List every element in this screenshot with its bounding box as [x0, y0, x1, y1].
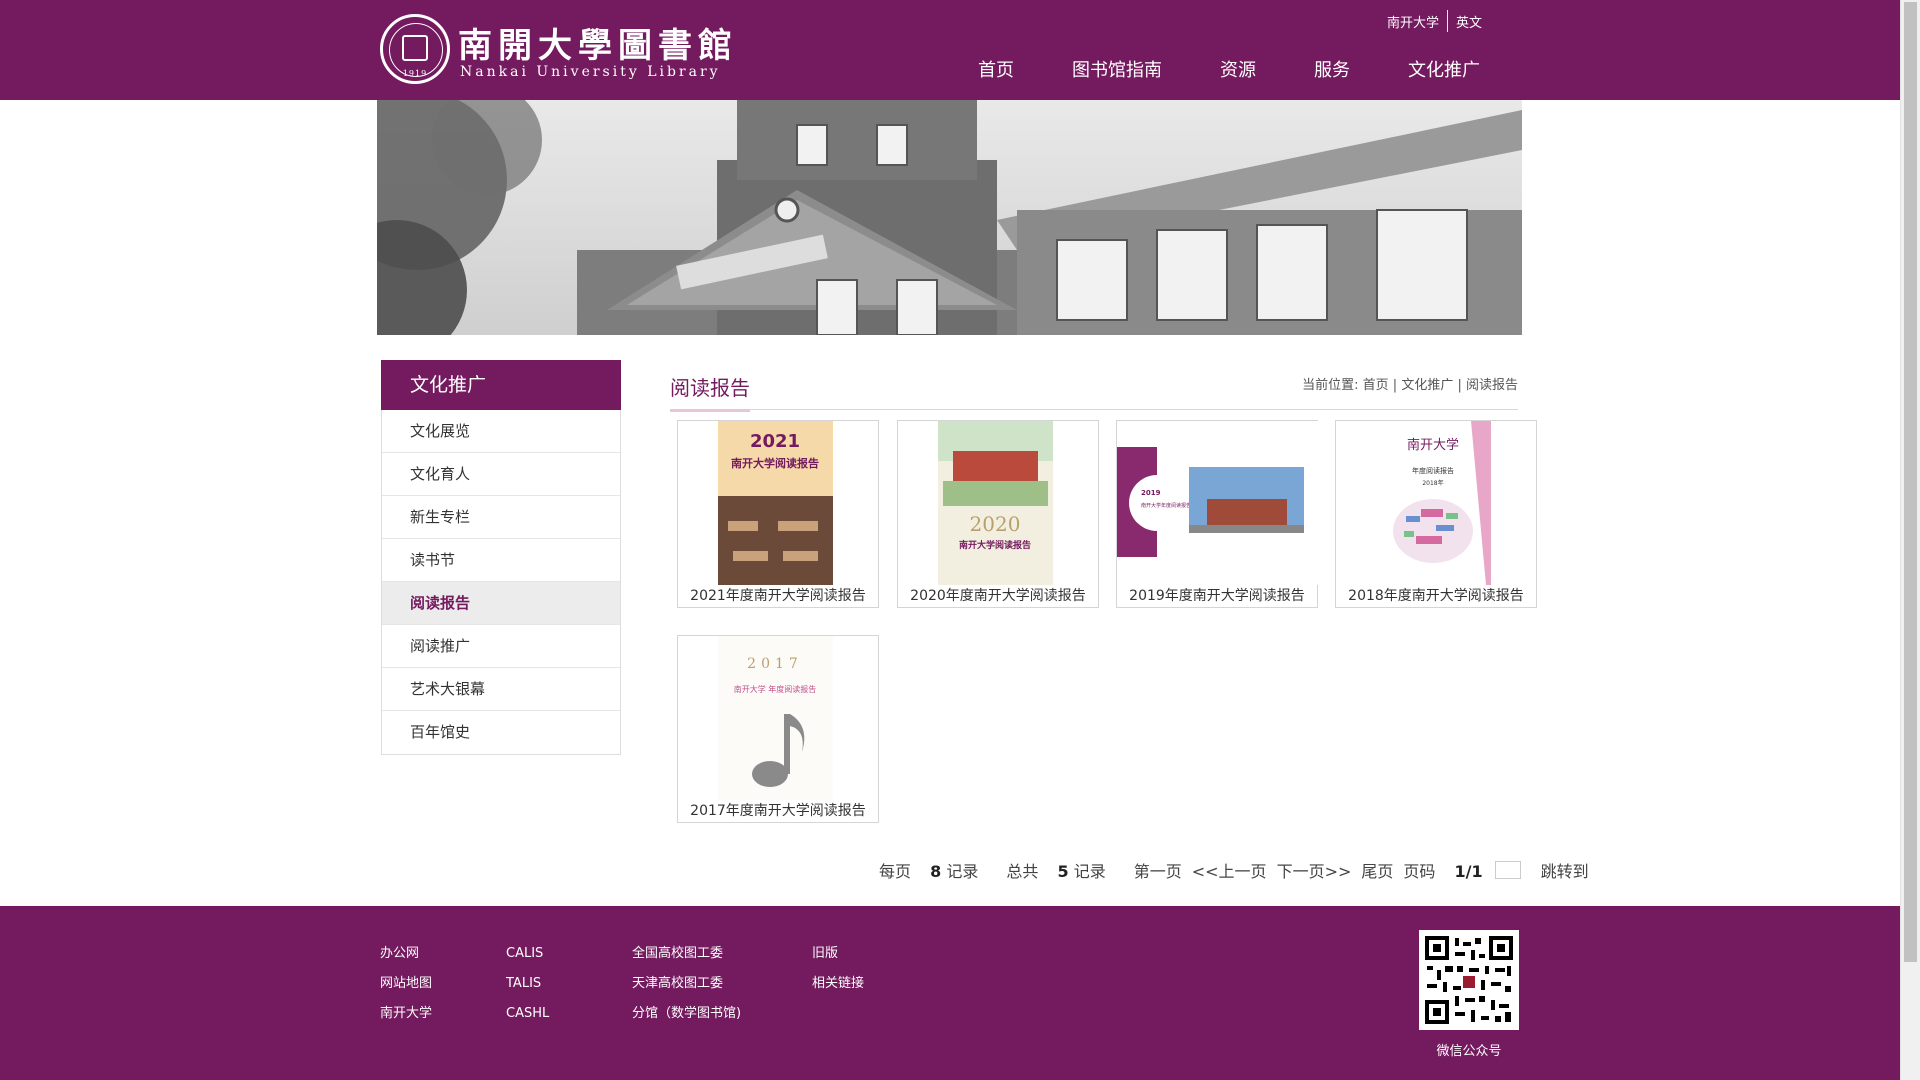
sidebar-item-art-screen[interactable]: 艺术大银幕: [382, 668, 620, 711]
footer-link-calis[interactable]: CALIS: [506, 946, 549, 976]
report-cover-2019: 2019 南开大学年度阅读报告: [1117, 421, 1319, 585]
svg-text:南开大学年度阅读报告: 南开大学年度阅读报告: [1141, 502, 1191, 509]
next-page-link[interactable]: 下一页>>: [1277, 858, 1352, 882]
first-page-link[interactable]: 第一页: [1134, 858, 1182, 882]
total-info: 总共 5 记录: [1006, 862, 1106, 881]
library-building-banner: [377, 100, 1522, 335]
university-seal-icon: 1919: [380, 14, 450, 84]
nav-home[interactable]: 首页: [978, 56, 1014, 82]
content-header: 阅读报告 当前位置: 首页 | 文化推广 | 阅读报告: [670, 370, 1518, 412]
report-caption[interactable]: 2021年度南开大学阅读报告: [678, 585, 878, 605]
footer-link-related[interactable]: 相关链接: [812, 976, 864, 1006]
svg-text:2018年: 2018年: [1422, 479, 1443, 487]
report-card-2021[interactable]: 2021 南开大学阅读报告 2021年度南开大学阅读报告: [677, 420, 879, 608]
report-card-2017[interactable]: 2017 南开大学 年度阅读报告 2017年度南开大学阅读报告: [677, 635, 879, 823]
footer-col-4: 旧版 相关链接: [812, 946, 864, 1006]
footer-link-national-committee[interactable]: 全国高校图工委: [632, 946, 741, 976]
sidebar-item-education[interactable]: 文化育人: [382, 453, 620, 496]
breadcrumb: 当前位置: 首页 | 文化推广 | 阅读报告: [1302, 378, 1518, 393]
prev-page-link[interactable]: <<上一页: [1192, 858, 1267, 882]
footer-col-3: 全国高校图工委 天津高校图工委 分馆（数学图书馆): [632, 946, 741, 1036]
sidebar-menu: 文化展览 文化育人 新生专栏 读书节 阅读报告 阅读推广 艺术大银幕 百年馆史: [381, 410, 621, 755]
top-links: 南开大学 英文: [1387, 10, 1482, 32]
footer-link-talis[interactable]: TALIS: [506, 976, 549, 1006]
pagination: 每页 8 记录 总共 5 记录 第一页 <<上一页 下一页>> 尾页 页码 1/…: [879, 858, 1599, 882]
scrollbar-thumb[interactable]: [1904, 2, 1917, 962]
breadcrumb-label: 当前位置:: [1302, 378, 1359, 393]
svg-text:南开大学阅读报告: 南开大学阅读报告: [959, 539, 1031, 551]
sidebar-title: 文化推广: [381, 360, 621, 410]
report-card-2019[interactable]: 2019 南开大学年度阅读报告 2019年度南开大学阅读报告: [1116, 420, 1319, 608]
page-jump-input[interactable]: [1494, 861, 1521, 879]
svg-text:2019: 2019: [1141, 489, 1161, 497]
footer-col-1: 办公网 网站地图 南开大学: [380, 946, 432, 1036]
svg-text:2021: 2021: [750, 431, 800, 452]
site-header: 1919 南開大學圖書館 Nankai University Library 南…: [0, 0, 1900, 100]
report-cover-2018: 南开大学 年度阅读报告 2018年: [1376, 421, 1491, 585]
page-number-info: 页码 1/1: [1403, 862, 1483, 881]
svg-text:年度阅读报告: 年度阅读报告: [1412, 466, 1454, 475]
svg-text:2017: 2017: [747, 656, 803, 672]
sidebar-item-reading-promotion[interactable]: 阅读推广: [382, 625, 620, 668]
report-caption[interactable]: 2019年度南开大学阅读报告: [1117, 585, 1317, 605]
main-nav: 首页 图书馆指南 资源 服务 文化推广: [920, 56, 1480, 82]
report-card-2020[interactable]: 2020 南开大学阅读报告 2020年度南开大学阅读报告: [897, 420, 1099, 608]
page-title: 阅读报告: [670, 372, 750, 412]
footer-link-old-version[interactable]: 旧版: [812, 946, 864, 976]
report-caption[interactable]: 2017年度南开大学阅读报告: [678, 800, 878, 820]
sidebar-item-reading-festival[interactable]: 读书节: [382, 539, 620, 582]
jump-link[interactable]: 跳转到: [1541, 858, 1589, 882]
footer-link-math-library[interactable]: 分馆（数学图书馆): [632, 1006, 741, 1036]
report-cover-2017: 2017 南开大学 年度阅读报告: [718, 636, 833, 800]
qr-label: 微信公众号: [1436, 1044, 1502, 1059]
footer-link-office[interactable]: 办公网: [380, 946, 432, 976]
report-caption[interactable]: 2020年度南开大学阅读报告: [898, 585, 1098, 605]
divider: [1446, 10, 1448, 32]
logo-english-name: Nankai University Library: [460, 64, 721, 80]
report-cover-2020: 2020 南开大学阅读报告: [938, 421, 1053, 585]
link-english[interactable]: 英文: [1456, 12, 1482, 31]
footer-link-cashl[interactable]: CASHL: [506, 1006, 549, 1036]
breadcrumb-culture[interactable]: 文化推广: [1401, 378, 1453, 393]
nav-services[interactable]: 服务: [1314, 56, 1350, 82]
footer-link-sitemap[interactable]: 网站地图: [380, 976, 432, 1006]
site-footer: 办公网 网站地图 南开大学 CALIS TALIS CASHL 全国高校图工委 …: [0, 906, 1900, 1080]
last-page-link[interactable]: 尾页: [1361, 858, 1393, 882]
report-caption[interactable]: 2018年度南开大学阅读报告: [1336, 585, 1536, 605]
sidebar: 文化推广 文化展览 文化育人 新生专栏 读书节 阅读报告 阅读推广 艺术大银幕 …: [381, 360, 621, 755]
breadcrumb-reading-report[interactable]: 阅读报告: [1466, 378, 1518, 393]
footer-link-nankai[interactable]: 南开大学: [380, 1006, 432, 1036]
page-scrollbar[interactable]: [1900, 0, 1920, 1080]
per-page-info: 每页 8 记录: [879, 862, 979, 881]
sidebar-item-exhibition[interactable]: 文化展览: [382, 410, 620, 453]
logo-chinese-name: 南開大學圖書館: [458, 26, 738, 66]
breadcrumb-home[interactable]: 首页: [1363, 378, 1389, 393]
svg-text:南开大学 年度阅读报告: 南开大学 年度阅读报告: [734, 684, 817, 694]
svg-text:2020: 2020: [970, 512, 1021, 536]
nav-resources[interactable]: 资源: [1220, 56, 1256, 82]
sidebar-item-freshman[interactable]: 新生专栏: [382, 496, 620, 539]
svg-text:南开大学: 南开大学: [1407, 437, 1459, 453]
svg-text:南开大学阅读报告: 南开大学阅读报告: [731, 456, 819, 470]
footer-link-tianjin-committee[interactable]: 天津高校图工委: [632, 976, 741, 1006]
link-nankai-university[interactable]: 南开大学: [1387, 12, 1439, 31]
nav-guide[interactable]: 图书馆指南: [1072, 56, 1162, 82]
sidebar-item-reading-report[interactable]: 阅读报告: [382, 582, 620, 625]
report-card-2018[interactable]: 南开大学 年度阅读报告 2018年 2018年度南开大学阅读报告: [1335, 420, 1537, 608]
sidebar-item-history[interactable]: 百年馆史: [382, 711, 620, 754]
wechat-qr-code: [1419, 930, 1519, 1030]
footer-col-2: CALIS TALIS CASHL: [506, 946, 549, 1036]
report-cover-2021: 2021 南开大学阅读报告: [718, 421, 833, 585]
library-logo[interactable]: 1919 南開大學圖書館 Nankai University Library: [380, 14, 732, 86]
nav-culture[interactable]: 文化推广: [1408, 56, 1480, 82]
